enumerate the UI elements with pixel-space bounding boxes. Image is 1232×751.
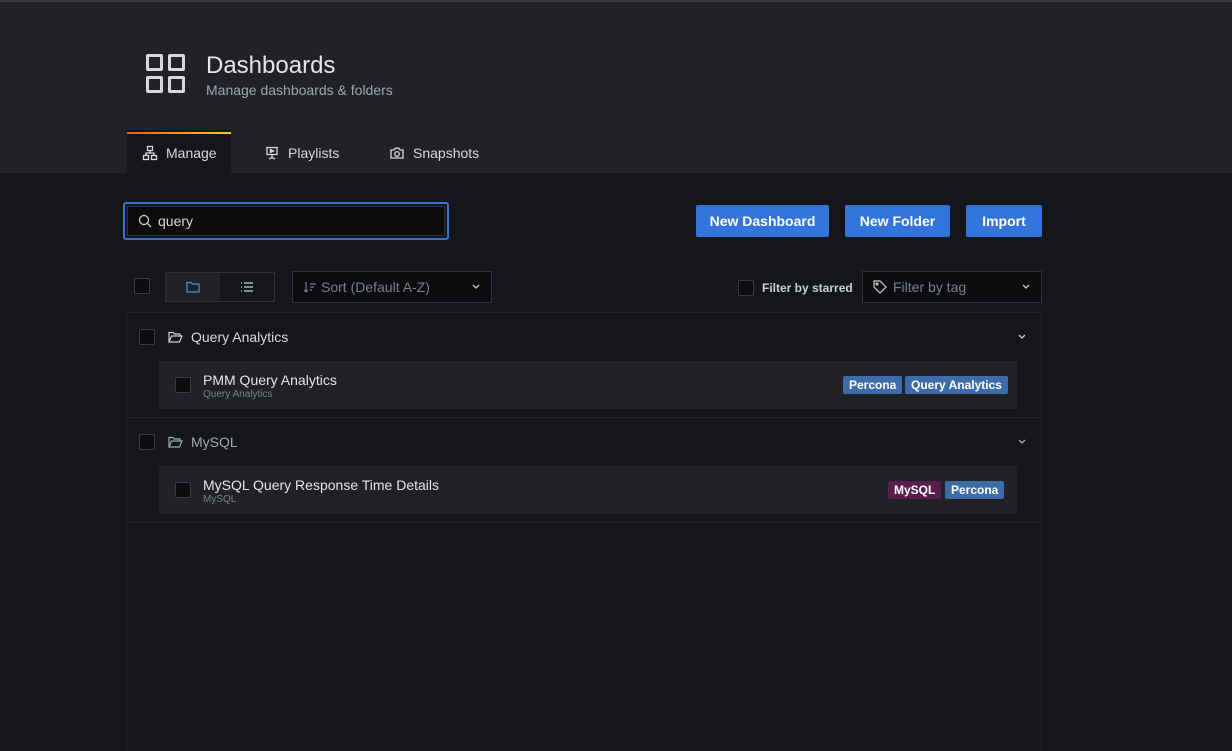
folder-checkbox[interactable] xyxy=(139,329,155,345)
tab-label: Playlists xyxy=(288,144,340,161)
folder-section: MySQL MySQL Query Response Time Details … xyxy=(127,418,1041,523)
tag-icon xyxy=(873,280,887,294)
filter-starred-checkbox[interactable] xyxy=(738,280,754,296)
chevron-down-icon xyxy=(471,284,481,290)
dashboard-folder: Query Analytics xyxy=(203,389,273,400)
dashboard-folder: MySQL xyxy=(203,494,237,505)
search-results: Query Analytics PMM Query Analytics Quer… xyxy=(126,312,1042,751)
folder-checkbox[interactable] xyxy=(139,434,155,450)
folder-icon xyxy=(186,281,200,293)
folder-open-icon xyxy=(168,436,183,448)
folder-section: Query Analytics PMM Query Analytics Quer… xyxy=(127,313,1041,418)
dashboards-grid-icon xyxy=(146,54,186,94)
presentation-icon xyxy=(264,145,280,161)
page-subtitle: Manage dashboards & folders xyxy=(206,82,393,98)
dashboard-checkbox[interactable] xyxy=(175,482,191,498)
select-all-checkbox[interactable] xyxy=(134,278,150,294)
tag-badge[interactable]: Query Analytics xyxy=(905,376,1008,394)
sort-select[interactable]: Sort (Default A-Z) xyxy=(292,271,492,303)
tag-badge[interactable]: Percona xyxy=(843,376,903,394)
import-button[interactable]: Import xyxy=(966,205,1042,237)
tab-label: Manage xyxy=(166,144,217,161)
dashboard-item[interactable]: MySQL Query Response Time Details MySQL … xyxy=(159,466,1017,514)
tab-label: Snapshots xyxy=(413,144,480,161)
search-icon xyxy=(138,214,152,228)
tab-playlists[interactable]: Playlists xyxy=(264,132,339,173)
sort-placeholder: Sort (Default A-Z) xyxy=(321,279,430,295)
folder-open-icon xyxy=(168,331,183,343)
search-input[interactable] xyxy=(158,213,428,229)
list-icon xyxy=(240,281,254,293)
dashboard-item[interactable]: PMM Query Analytics Query Analytics Perc… xyxy=(159,361,1017,409)
sort-icon xyxy=(303,281,317,293)
tab-manage[interactable]: Manage xyxy=(127,130,231,173)
new-dashboard-button[interactable]: New Dashboard xyxy=(696,205,829,237)
list-view-button[interactable] xyxy=(220,273,274,301)
chevron-down-icon xyxy=(1021,284,1031,290)
page-title: Dashboards xyxy=(206,52,336,79)
tag-badge[interactable]: Percona xyxy=(945,481,1005,499)
layout-toggle xyxy=(165,272,275,302)
collapse-chevron-icon[interactable] xyxy=(1017,439,1027,445)
tab-snapshots[interactable]: Snapshots xyxy=(389,132,479,173)
tag-badge[interactable]: MySQL xyxy=(888,481,942,499)
page-header: Dashboards Manage dashboards & folders M… xyxy=(0,2,1232,173)
folder-section-header[interactable]: MySQL xyxy=(127,418,1041,466)
sitemap-icon xyxy=(142,145,158,161)
collapse-chevron-icon[interactable] xyxy=(1017,334,1027,340)
search-box xyxy=(123,202,449,240)
folder-title: Query Analytics xyxy=(191,329,289,345)
dashboard-title: MySQL Query Response Time Details xyxy=(203,477,440,493)
camera-icon xyxy=(389,145,405,161)
filter-starred-label: Filter by starred xyxy=(762,281,853,295)
folder-section-header[interactable]: Query Analytics xyxy=(127,313,1041,361)
tag-filter-placeholder: Filter by tag xyxy=(893,279,967,295)
dashboard-title: PMM Query Analytics xyxy=(203,372,337,388)
tag-filter-select[interactable]: Filter by tag xyxy=(862,271,1042,303)
folder-view-button[interactable] xyxy=(166,273,220,301)
folder-title: MySQL xyxy=(191,434,238,450)
dashboard-checkbox[interactable] xyxy=(175,377,191,393)
new-folder-button[interactable]: New Folder xyxy=(845,205,950,237)
